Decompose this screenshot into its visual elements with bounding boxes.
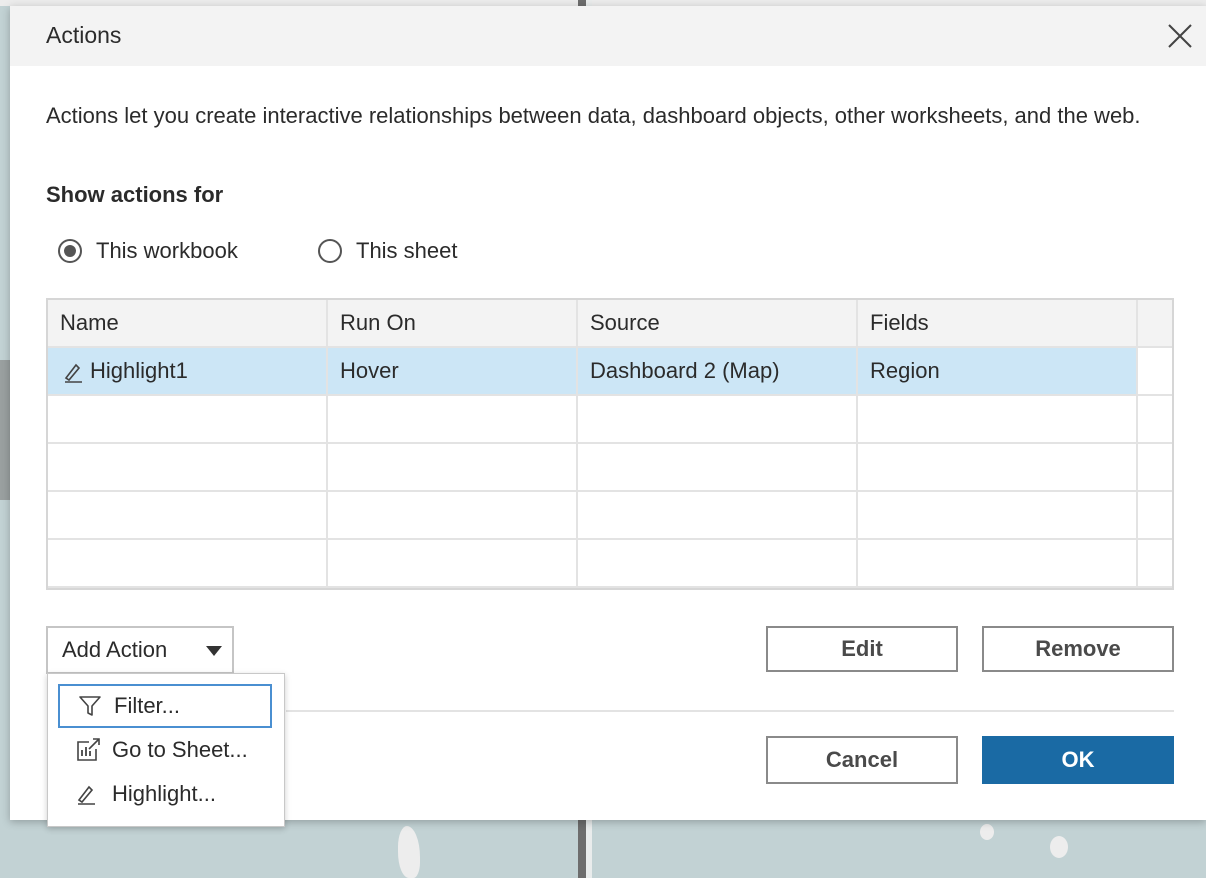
ok-button[interactable]: OK — [982, 736, 1174, 784]
divider — [286, 710, 1174, 712]
radio-this-workbook[interactable]: This workbook — [58, 238, 238, 264]
menu-item-label: Filter... — [114, 693, 181, 718]
add-action-menu: Filter... Go to Sheet... Highlight... — [47, 673, 285, 827]
cancel-button[interactable]: Cancel — [766, 736, 958, 784]
table-row-empty — [48, 492, 1172, 540]
dialog-titlebar: Actions — [10, 6, 1206, 66]
radio-label-this-workbook: This workbook — [96, 238, 238, 263]
action-name: Highlight1 — [90, 358, 188, 383]
table-row-empty — [48, 396, 1172, 444]
edit-button[interactable]: Edit — [766, 626, 958, 672]
close-button[interactable] — [1164, 20, 1196, 52]
radio-label-this-sheet: This sheet — [356, 238, 458, 263]
menu-item-go-to-sheet[interactable]: Go to Sheet... — [58, 728, 272, 772]
table-row-empty — [48, 444, 1172, 492]
cell-run-on[interactable]: Hover — [328, 348, 578, 396]
table-row[interactable]: Highlight1 Hover Dashboard 2 (Map) Regio… — [48, 348, 1172, 396]
cell-name[interactable]: Highlight1 — [48, 348, 328, 396]
radio-button[interactable] — [318, 239, 342, 263]
highlight-pen-icon — [74, 780, 102, 808]
radio-button-selected[interactable] — [58, 239, 82, 263]
show-actions-label: Show actions for — [46, 182, 224, 207]
cell-fields[interactable]: Region — [858, 348, 1138, 396]
dialog-title: Actions — [46, 22, 122, 48]
add-action-dropdown[interactable]: Add Action — [46, 626, 234, 674]
column-header-name[interactable]: Name — [48, 300, 328, 348]
menu-item-label: Go to Sheet... — [112, 737, 248, 762]
column-header-spacer — [1138, 300, 1172, 348]
column-header-fields[interactable]: Fields — [858, 300, 1138, 348]
radio-this-sheet[interactable]: This sheet — [318, 238, 458, 264]
column-header-run-on[interactable]: Run On — [328, 300, 578, 348]
filter-icon — [76, 692, 104, 720]
dialog-description: Actions let you create interactive relat… — [46, 103, 1141, 128]
table-row-empty — [48, 540, 1172, 588]
close-icon — [1168, 24, 1192, 48]
column-header-source[interactable]: Source — [578, 300, 858, 348]
actions-table: Name Run On Source Fields Highlight1 Hov… — [46, 298, 1174, 590]
chevron-down-icon — [206, 646, 222, 656]
cell-source[interactable]: Dashboard 2 (Map) — [578, 348, 858, 396]
background-island — [1050, 836, 1068, 858]
menu-item-highlight[interactable]: Highlight... — [58, 772, 272, 816]
cell-spacer — [1138, 348, 1172, 396]
go-to-sheet-icon — [74, 736, 102, 764]
background-land — [0, 360, 10, 500]
table-header-row: Name Run On Source Fields — [48, 300, 1172, 348]
menu-item-filter[interactable]: Filter... — [58, 684, 272, 728]
add-action-label: Add Action — [62, 637, 168, 662]
menu-item-label: Highlight... — [112, 781, 216, 806]
background-island — [980, 824, 994, 840]
remove-button[interactable]: Remove — [982, 626, 1174, 672]
highlight-pen-icon — [64, 363, 82, 383]
